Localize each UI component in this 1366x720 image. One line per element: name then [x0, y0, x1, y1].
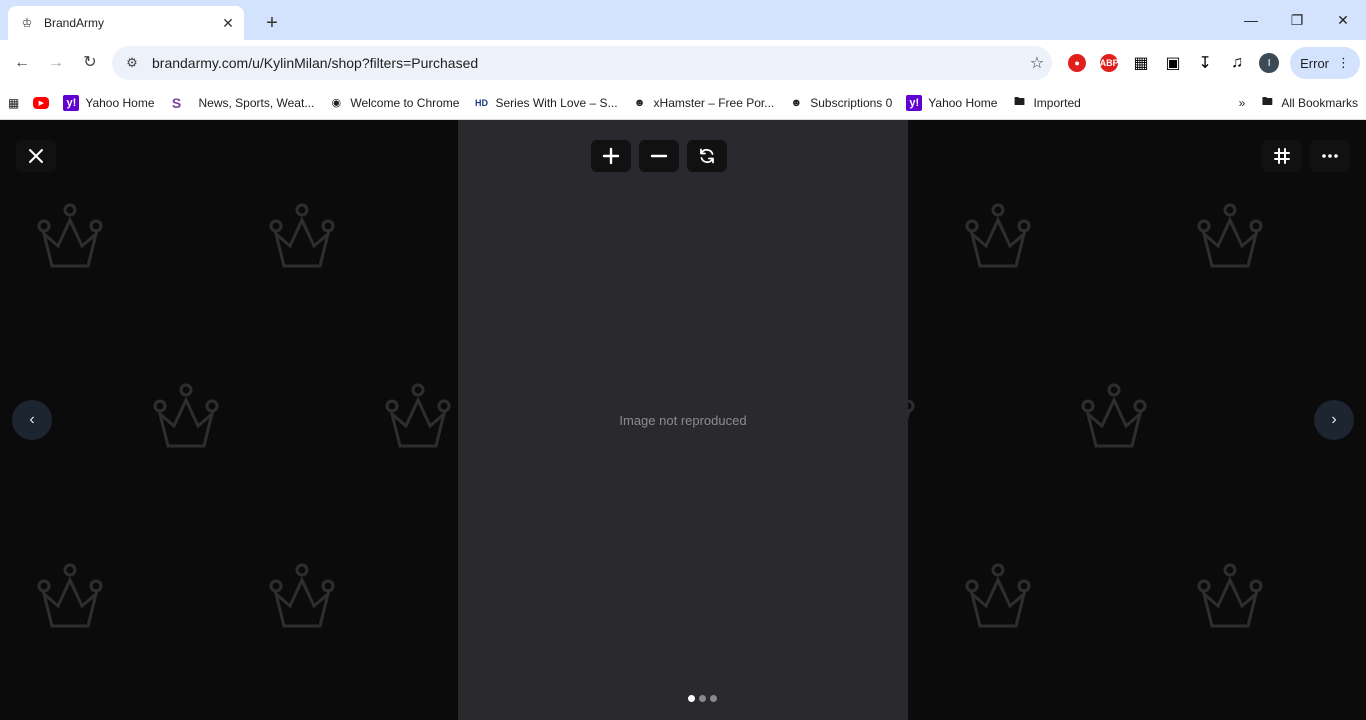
- media-lightbox: Image not reproduced ‹ ›: [0, 120, 1366, 720]
- plus-icon: [602, 147, 620, 165]
- window-close-button[interactable]: ✕: [1320, 0, 1366, 40]
- bookmark-yahoo-home-2[interactable]: y! Yahoo Home: [906, 94, 997, 111]
- all-bookmarks-button[interactable]: 🖿 All Bookmarks: [1259, 95, 1358, 111]
- error-button[interactable]: Error ⋮: [1290, 47, 1360, 79]
- hd-icon: HD: [474, 97, 488, 108]
- reload-button[interactable]: ↻: [74, 47, 106, 79]
- bookmark-star-icon[interactable]: ☆: [1030, 53, 1044, 73]
- youtube-icon: ▶: [33, 96, 50, 109]
- media-control-icon[interactable]: ♫: [1222, 48, 1252, 78]
- tab-search-icon[interactable]: ▣: [1158, 48, 1188, 78]
- ellipsis-icon: [1322, 154, 1338, 158]
- crown-watermark-icon: [378, 380, 458, 460]
- refresh-icon: [700, 148, 714, 164]
- crown-watermark-icon: [1190, 200, 1270, 280]
- slide-dot[interactable]: [699, 695, 706, 702]
- extension-abp-icon[interactable]: ABP: [1094, 48, 1124, 78]
- slide-dot[interactable]: [688, 695, 695, 702]
- bookmark-youtube[interactable]: ▶: [33, 96, 50, 109]
- more-bookmarks-chevron-icon[interactable]: »: [1239, 96, 1246, 110]
- yahoo-icon: y!: [906, 94, 923, 111]
- menu-kebab-icon: ⋮: [1337, 55, 1350, 70]
- yahoo-icon: y!: [63, 94, 80, 111]
- more-options-button[interactable]: [1310, 140, 1350, 172]
- site-info-icon[interactable]: ⚙: [122, 55, 142, 71]
- bookmark-news[interactable]: News, Sports, Weat...: [199, 96, 315, 110]
- new-tab-button[interactable]: +: [258, 9, 286, 37]
- bookmark-series[interactable]: HD Series With Love – S...: [473, 95, 618, 111]
- image-placeholder-text: Image not reproduced: [619, 412, 747, 428]
- hash-grid-icon: [1274, 148, 1290, 164]
- close-viewer-button[interactable]: [16, 140, 56, 172]
- extensions-puzzle-icon[interactable]: ▦: [1126, 48, 1156, 78]
- extension-red-icon[interactable]: ●: [1062, 48, 1092, 78]
- minus-icon: [650, 154, 668, 158]
- bookmark-imported[interactable]: 🖿 Imported: [1011, 95, 1081, 111]
- previous-media-button[interactable]: ‹: [12, 400, 52, 440]
- folder-icon: 🖿: [1261, 96, 1273, 108]
- reset-zoom-button[interactable]: [687, 140, 727, 172]
- slide-dot[interactable]: [710, 695, 717, 702]
- bookmarks-bar: ▦ ▶ y! Yahoo Home S News, Sports, Weat...…: [0, 86, 1366, 120]
- tab-brandarmy[interactable]: ♔ BrandArmy ✕: [8, 6, 244, 40]
- crown-watermark-icon: [1190, 560, 1270, 640]
- bookmark-xhamster[interactable]: ☻ xHamster – Free Por...: [632, 95, 775, 111]
- media-image-placeholder: Image not reproduced: [458, 120, 908, 720]
- bookmark-s[interactable]: S: [169, 95, 185, 111]
- s-icon: S: [171, 94, 182, 111]
- profile-avatar[interactable]: I: [1254, 48, 1284, 78]
- zoom-in-button[interactable]: [591, 140, 631, 172]
- chrome-icon: ◉: [331, 97, 342, 109]
- crown-watermark-icon: [958, 200, 1038, 280]
- apps-grid-icon[interactable]: ▦: [8, 96, 19, 110]
- address-bar[interactable]: ⚙ brandarmy.com/u/KylinMilan/shop?filter…: [112, 46, 1053, 80]
- browser-toolbar: ← → ↻ ⚙ brandarmy.com/u/KylinMilan/shop?…: [0, 40, 1366, 86]
- close-icon: [29, 149, 43, 163]
- folder-icon: 🖿: [1013, 96, 1025, 108]
- xhamster-icon: ☻: [633, 96, 646, 109]
- url-text[interactable]: brandarmy.com/u/KylinMilan/shop?filters=…: [152, 55, 1020, 71]
- minimize-button[interactable]: —: [1228, 0, 1274, 40]
- crown-watermark-icon: [30, 200, 110, 280]
- crown-watermark-icon: [262, 560, 342, 640]
- grid-view-button[interactable]: [1262, 140, 1302, 172]
- window-controls: — ❐ ✕: [1228, 0, 1366, 40]
- restore-button[interactable]: ❐: [1274, 0, 1320, 40]
- error-label: Error: [1300, 55, 1329, 71]
- next-media-button[interactable]: ›: [1314, 400, 1354, 440]
- crown-watermark-icon: [30, 560, 110, 640]
- crown-watermark-icon: [262, 200, 342, 280]
- tab-close-icon[interactable]: ✕: [220, 15, 236, 31]
- crown-watermark-icon: [146, 380, 226, 460]
- brandarmy-favicon-icon: ♔: [21, 16, 33, 30]
- xhamster-icon: ☻: [790, 96, 803, 109]
- crown-watermark-icon: [1074, 380, 1154, 460]
- slide-indicator: [688, 695, 717, 702]
- bookmark-yahoo-home-1[interactable]: y! Yahoo Home: [63, 94, 155, 111]
- crown-watermark-icon: [958, 560, 1038, 640]
- tab-strip: ♔ BrandArmy ✕ + — ❐ ✕: [0, 0, 1366, 40]
- bookmark-welcome-chrome[interactable]: ◉ Welcome to Chrome: [328, 95, 460, 111]
- bookmark-subscriptions[interactable]: ☻ Subscriptions 0: [788, 95, 892, 111]
- back-button[interactable]: ←: [6, 47, 38, 79]
- forward-button[interactable]: →: [40, 47, 72, 79]
- tab-title: BrandArmy: [44, 16, 105, 30]
- downloads-icon[interactable]: ↧: [1190, 48, 1220, 78]
- zoom-out-button[interactable]: [639, 140, 679, 172]
